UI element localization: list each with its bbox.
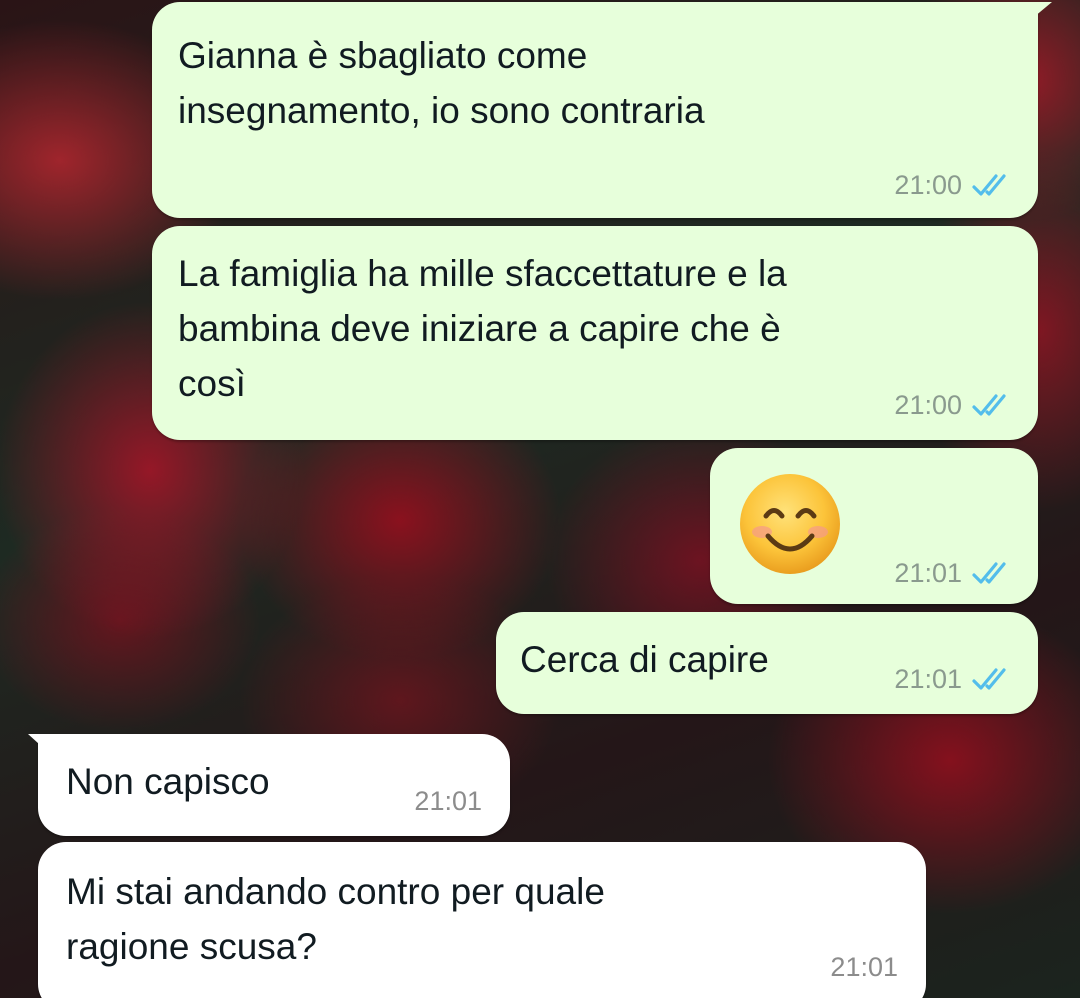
- double-check-read-icon: [972, 392, 1014, 418]
- double-check-read-icon: [972, 560, 1014, 586]
- message-bubble-outgoing[interactable]: La famiglia ha mille sfaccettature e la …: [152, 226, 1038, 440]
- message-meta: 21:00: [894, 170, 1014, 200]
- message-text: Non capisco: [66, 761, 270, 802]
- message-time: 21:01: [830, 952, 898, 982]
- message-meta: 21:01: [894, 664, 1014, 694]
- message-time: 21:00: [894, 170, 962, 200]
- double-check-read-icon: [972, 666, 1014, 692]
- message-text: Cerca di capire: [520, 639, 769, 680]
- message-bubble-outgoing[interactable]: Cerca di capire 21:01: [496, 612, 1038, 714]
- message-time: 21:01: [894, 664, 962, 694]
- message-meta: 21:01: [894, 558, 1014, 588]
- message-bubble-outgoing[interactable]: 21:01: [710, 448, 1038, 604]
- message-text: La famiglia ha mille sfaccettature e la …: [178, 253, 787, 404]
- message-meta: 21:00: [894, 390, 1014, 420]
- double-check-read-icon: [972, 172, 1014, 198]
- bubble-tail: [1028, 2, 1052, 22]
- message-text: Mi stai andando contro per quale ragione…: [66, 871, 605, 967]
- message-meta: 21:01: [414, 786, 482, 816]
- message-bubble-incoming[interactable]: Non capisco 21:01: [28, 734, 510, 836]
- message-bubble-incoming[interactable]: Mi stai andando contro per quale ragione…: [38, 842, 926, 998]
- message-text: Gianna è sbagliato come insegnamento, io…: [178, 35, 705, 131]
- smiling-face-with-smiling-eyes-icon: [736, 470, 844, 583]
- message-bubble-outgoing[interactable]: Gianna è sbagliato come insegnamento, io…: [152, 2, 1052, 218]
- bubble-tail: [28, 734, 50, 754]
- message-time: 21:00: [894, 390, 962, 420]
- message-meta: 21:01: [830, 952, 898, 982]
- message-time: 21:01: [414, 786, 482, 816]
- message-time: 21:01: [894, 558, 962, 588]
